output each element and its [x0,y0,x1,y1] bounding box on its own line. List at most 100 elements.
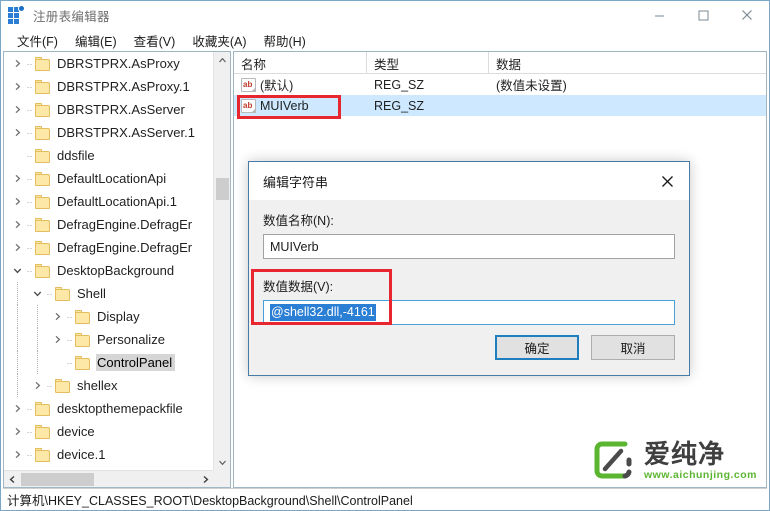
tree-item-dbrstprx-asserver-1[interactable]: ·· DBRSTPRX.AsServer.1 [4,121,214,144]
tree-item-shell[interactable]: ·· Shell [4,282,214,305]
tree-item-dbrstprx-asproxy[interactable]: ·· DBRSTPRX.AsProxy [4,52,214,75]
cell-type: REG_SZ [374,77,425,92]
table-row[interactable]: ab (默认) REG_SZ (数值未设置) [234,74,766,95]
tree-connector: ·· [26,58,33,69]
cancel-button[interactable]: 取消 [591,335,675,360]
chevron-right-icon[interactable] [10,213,25,236]
tree-item-device[interactable]: ·· device [4,420,214,443]
dialog-buttons: 确定 取消 [495,335,675,360]
menu-help[interactable]: 帮助(H) [255,29,314,52]
folder-icon [34,171,51,186]
table-row[interactable]: ab MUIVerb REG_SZ [234,95,766,116]
value-name-field[interactable]: MUIVerb [263,234,675,259]
tree-item-defragengine-defrager[interactable]: ·· DefragEngine.DefragEr [4,236,214,259]
chevron-right-icon[interactable] [10,397,25,420]
tree-connector: ·· [26,196,33,207]
chevron-right-icon[interactable] [10,121,25,144]
dialog-body: 数值名称(N): MUIVerb 数值数据(V): @shell32.dll,-… [249,200,689,325]
folder-icon [34,148,51,163]
registry-grid-icon [8,5,25,24]
tree-item-device-1[interactable]: ·· device.1 [4,443,214,466]
cell-name-text: (默认) [260,79,294,93]
tree-connector: ·· [26,449,33,460]
folder-icon [74,309,91,324]
list-header-row: 名称 类型 数据 [234,52,766,74]
tree-item-display[interactable]: ·· Display [4,305,214,328]
column-header-type[interactable]: 类型 [367,52,489,74]
folder-icon [74,332,91,347]
scroll-right-icon[interactable] [197,471,214,487]
registry-values-list[interactable]: ab (默认) REG_SZ (数值未设置) ab MUIVerb REG_SZ [234,74,766,116]
chevron-right-icon[interactable] [10,167,25,190]
scrollbar-corner [213,470,230,487]
maximize-icon[interactable] [681,1,725,29]
tree-item-label: Shell [77,286,106,301]
tree-connector: ·· [26,150,33,161]
tree-item-label: DefragEngine.DefragEr [57,217,193,232]
chevron-right-icon[interactable] [30,374,45,397]
tree-item-desktopthemepackfile[interactable]: ·· desktopthemepackfile [4,397,214,420]
tree-item-label: DBRSTPRX.AsProxy [57,56,180,71]
chevron-right-icon[interactable] [50,305,65,328]
tree-item-label: DesktopBackground [57,263,175,278]
chevron-right-icon[interactable] [10,420,25,443]
tree-connector: ·· [26,242,33,253]
tree-connector: ·· [66,357,73,368]
chevron-right-icon[interactable] [10,98,25,121]
cell-data [489,95,766,116]
status-bar-path: 计算机\HKEY_CLASSES_ROOT\DesktopBackground\… [7,493,413,508]
tree-item-desktopbackground[interactable]: ·· DesktopBackground [4,259,214,282]
tree-item-controlpanel[interactable]: ·· ControlPanel [4,351,214,374]
tree-item-defaultlocationapi[interactable]: ·· DefaultLocationApi [4,167,214,190]
tree-connector: ·· [66,311,73,322]
folder-icon [34,194,51,209]
chevron-right-icon[interactable] [10,190,25,213]
tree-item-dbrstprx-asproxy-1[interactable]: ·· DBRSTPRX.AsProxy.1 [4,75,214,98]
scroll-down-icon[interactable] [214,454,230,471]
tree-item-shellex[interactable]: ·· shellex [4,374,214,397]
tree-item-label: Display [97,309,140,324]
tree-horizontal-scroll-thumb[interactable] [21,473,94,486]
tree-item-label: ControlPanel [96,354,176,371]
dialog-close-icon[interactable] [645,162,689,200]
registry-tree[interactable]: ·· DBRSTPRX.AsProxy ·· DBRSTPRX.AsProxy.1 ··… [4,52,214,471]
tree-vertical-scroll-thumb[interactable] [216,178,229,200]
chevron-right-icon[interactable] [10,52,25,75]
chevron-right-icon[interactable] [10,443,25,466]
value-data-field[interactable]: @shell32.dll,-4161 [263,300,675,325]
window-title: 注册表编辑器 [33,9,110,24]
tree-item-label: device.1 [57,447,106,462]
chevron-right-icon[interactable] [50,328,65,351]
scroll-left-icon[interactable] [4,471,21,487]
chevron-right-icon[interactable] [10,75,25,98]
tree-item-personalize[interactable]: ·· Personalize [4,328,214,351]
tree-guide-line [37,305,38,328]
tree-horizontal-scrollbar[interactable] [4,470,214,487]
edit-string-dialog: 编辑字符串 数值名称(N): MUIVerb 数值数据(V): @shell32… [248,161,690,376]
tree-item-defragengine-defrager[interactable]: ·· DefragEngine.DefragEr [4,213,214,236]
column-header-data[interactable]: 数据 [489,52,766,74]
chevron-down-icon[interactable] [30,282,45,305]
column-header-name[interactable]: 名称 [234,52,367,74]
folder-icon [34,102,51,117]
minimize-icon[interactable] [637,1,681,29]
tree-item-defaultlocationapi-1[interactable]: ·· DefaultLocationApi.1 [4,190,214,213]
menu-edit[interactable]: 编辑(E) [67,29,126,52]
tree-item-dbrstprx-asserver[interactable]: ·· DBRSTPRX.AsServer [4,98,214,121]
folder-icon [34,240,51,255]
tree-vertical-scrollbar[interactable] [213,52,230,471]
tree-connector: ·· [26,173,33,184]
scroll-up-icon[interactable] [214,52,230,69]
menu-favorites[interactable]: 收藏夹(A) [184,29,255,52]
tree-connector: ·· [46,380,53,391]
menu-view[interactable]: 查看(V) [126,29,185,52]
menu-file[interactable]: 文件(F) [9,29,67,52]
registry-editor-window: 注册表编辑器 文件(F) 编辑(E) 查看(V) 收藏夹(A) 帮助(H) ··… [0,0,770,511]
close-icon[interactable] [725,1,769,29]
tree-item-label: ddsfile [57,148,95,163]
ok-button[interactable]: 确定 [495,335,579,360]
chevron-down-icon[interactable] [10,259,25,282]
chevron-right-icon[interactable] [10,236,25,259]
tree-item-ddsfile[interactable]: ·· ddsfile [4,144,214,167]
